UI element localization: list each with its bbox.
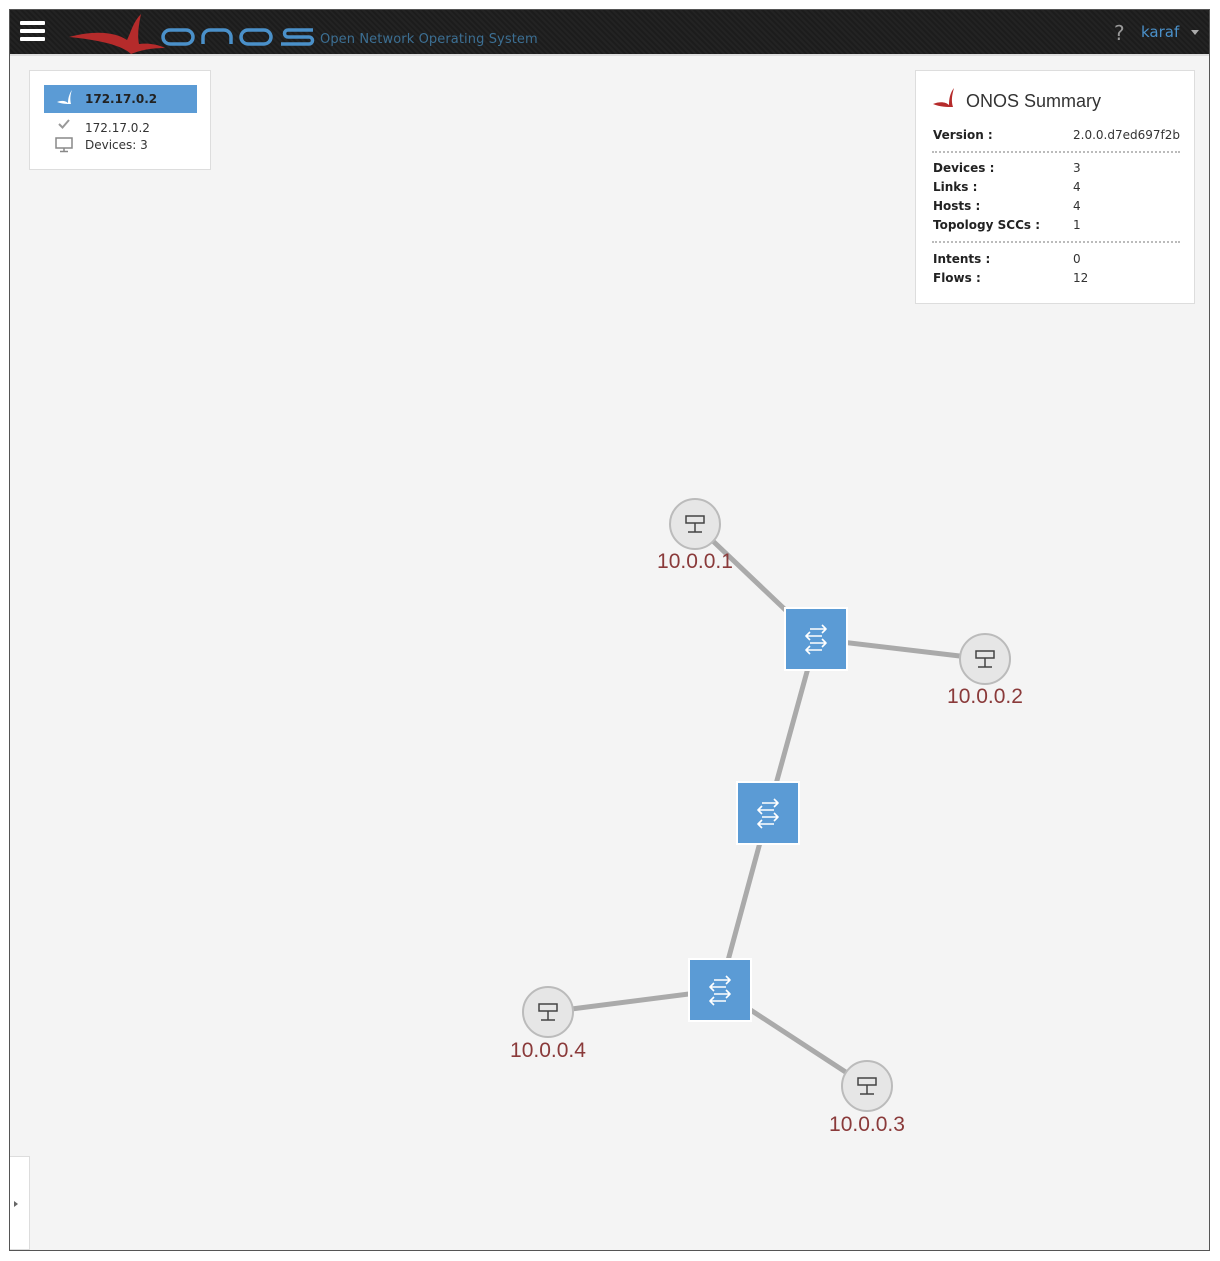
devices-value: 3 xyxy=(1073,161,1081,175)
devices-label: Devices : xyxy=(933,161,995,175)
host-node[interactable] xyxy=(841,1060,893,1112)
flows-label: Flows : xyxy=(933,271,981,285)
hosts-label: Hosts : xyxy=(933,199,981,213)
chevron-right-icon xyxy=(14,1201,18,1207)
divider xyxy=(932,241,1180,243)
switch-node[interactable] xyxy=(688,958,752,1022)
version-value: 2.0.0.d7ed697f2b xyxy=(1073,128,1180,142)
summary-panel: ONOS Summary Version : 2.0.0.d7ed697f2b … xyxy=(915,70,1195,304)
check-icon xyxy=(58,119,70,129)
flows-value: 12 xyxy=(1073,271,1089,285)
switch-node[interactable] xyxy=(736,781,800,845)
summary-title: ONOS Summary xyxy=(966,91,1102,111)
intents-value: 0 xyxy=(1073,252,1081,266)
divider xyxy=(932,151,1180,153)
details-panel-toggle[interactable] xyxy=(10,1156,30,1250)
instance-ip: 172.17.0.2 xyxy=(85,121,150,135)
onos-bird-icon xyxy=(57,90,72,104)
instance-panel: 172.17.0.2 172.17.0.2 Devices: 3 xyxy=(29,70,211,170)
monitor-icon xyxy=(55,137,73,153)
switch-node[interactable] xyxy=(784,607,848,671)
host-label: 10.0.0.4 xyxy=(510,1039,586,1062)
version-label: Version : xyxy=(933,128,993,142)
instance-device-count: Devices: 3 xyxy=(85,138,148,152)
intents-label: Intents : xyxy=(933,252,991,266)
sccs-label: Topology SCCs : xyxy=(933,218,1040,232)
host-label: 10.0.0.3 xyxy=(829,1113,905,1136)
links-label: Links : xyxy=(933,180,978,194)
instance-name: 172.17.0.2 xyxy=(85,92,158,106)
host-node[interactable] xyxy=(522,986,574,1038)
host-node[interactable] xyxy=(669,498,721,550)
host-node[interactable] xyxy=(959,633,1011,685)
instance-header[interactable]: 172.17.0.2 xyxy=(44,85,197,113)
hosts-value: 4 xyxy=(1073,199,1081,213)
host-label: 10.0.0.2 xyxy=(947,685,1023,708)
onos-bird-icon xyxy=(933,88,954,107)
sccs-value: 1 xyxy=(1073,218,1081,232)
links-value: 4 xyxy=(1073,180,1081,194)
app-window: Open Network Operating System ? karaf 10… xyxy=(9,9,1210,1251)
host-label: 10.0.0.1 xyxy=(657,550,733,573)
